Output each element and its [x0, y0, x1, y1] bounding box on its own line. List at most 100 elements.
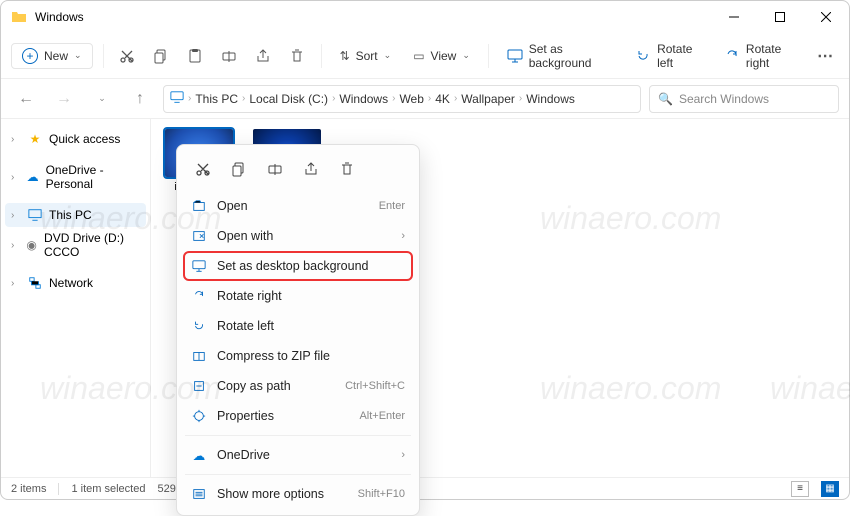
- cloud-icon: ☁: [191, 447, 207, 463]
- pc-icon: [170, 90, 184, 107]
- ctx-label: Copy as path: [217, 379, 335, 393]
- open-icon: [191, 198, 207, 214]
- ctx-copy-button[interactable]: [225, 155, 253, 183]
- maximize-button[interactable]: [757, 1, 803, 33]
- ctx-accel: Alt+Enter: [359, 410, 405, 422]
- chevron-down-icon: ⌄: [462, 50, 470, 61]
- ctx-accel: Enter: [379, 200, 405, 212]
- ctx-share-button[interactable]: [297, 155, 325, 183]
- status-count: 2 items: [11, 483, 46, 495]
- sidebar-item-this-pc[interactable]: ›This PC: [5, 203, 146, 227]
- set-bg-label: Set as background: [529, 42, 613, 70]
- toolbar: + New ⌄ ⇅ Sort ⌄ ▭ View ⌄ Set as backgro…: [1, 33, 849, 79]
- ctx-rotate-left[interactable]: Rotate left: [183, 311, 413, 341]
- ctx-label: Show more options: [217, 487, 348, 501]
- chevron-down-icon: ⌄: [74, 50, 82, 61]
- desktop-icon: [191, 258, 207, 274]
- minimize-button[interactable]: [711, 1, 757, 33]
- sort-label: Sort: [356, 49, 378, 63]
- breadcrumb-item[interactable]: Local Disk (C:): [249, 92, 328, 106]
- paste-button[interactable]: [181, 40, 209, 72]
- ctx-rotate-right[interactable]: Rotate right: [183, 281, 413, 311]
- set-background-button[interactable]: Set as background: [499, 38, 621, 74]
- details-view-button[interactable]: ≡: [791, 481, 809, 497]
- rotate-left-button[interactable]: Rotate left: [627, 38, 710, 74]
- share-button[interactable]: [249, 40, 277, 72]
- forward-button[interactable]: →: [49, 84, 79, 114]
- rename-button[interactable]: [215, 40, 243, 72]
- back-button[interactable]: ←: [11, 84, 41, 114]
- ctx-onedrive[interactable]: ☁OneDrive›: [183, 440, 413, 470]
- ctx-label: Set as desktop background: [217, 259, 405, 273]
- ctx-label: Rotate left: [217, 319, 405, 333]
- breadcrumb-item[interactable]: This PC: [195, 92, 238, 106]
- sidebar-item-label: Network: [49, 276, 93, 290]
- breadcrumb[interactable]: › This PC› Local Disk (C:)› Windows› Web…: [163, 85, 641, 113]
- sort-button[interactable]: ⇅ Sort ⌄: [332, 45, 400, 67]
- chevron-right-icon: ›: [401, 230, 405, 242]
- ctx-label: Properties: [217, 409, 349, 423]
- ctx-label: Open: [217, 199, 369, 213]
- rotate-right-button[interactable]: Rotate right: [716, 38, 805, 74]
- sidebar-item-dvd[interactable]: ›◉DVD Drive (D:) CCCO: [5, 227, 146, 263]
- breadcrumb-item[interactable]: Wallpaper: [461, 92, 515, 106]
- new-button[interactable]: + New ⌄: [11, 43, 93, 69]
- chevron-down-icon: ⌄: [384, 50, 392, 61]
- breadcrumb-item[interactable]: Web: [399, 92, 423, 106]
- ctx-delete-button[interactable]: [333, 155, 361, 183]
- close-button[interactable]: [803, 1, 849, 33]
- window-title: Windows: [35, 10, 84, 24]
- chevron-right-icon: ›: [401, 449, 405, 461]
- ctx-copy-path[interactable]: Copy as pathCtrl+Shift+C: [183, 371, 413, 401]
- ctx-rename-button[interactable]: [261, 155, 289, 183]
- more-button[interactable]: ⋯: [811, 40, 839, 72]
- breadcrumb-item[interactable]: 4K: [435, 92, 450, 106]
- rotate-right-icon: [191, 288, 207, 304]
- ctx-compress-zip[interactable]: Compress to ZIP file: [183, 341, 413, 371]
- rotate-right-icon: [724, 48, 740, 64]
- sidebar-item-network[interactable]: ›Network: [5, 271, 146, 295]
- ctx-properties[interactable]: Properties Alt+Enter: [183, 401, 413, 431]
- ctx-set-desktop-background[interactable]: Set as desktop background: [183, 251, 413, 281]
- search-icon: 🔍: [658, 92, 673, 106]
- rotate-left-label: Rotate left: [657, 42, 702, 70]
- ctx-show-more[interactable]: Show more options Shift+F10: [183, 479, 413, 509]
- cloud-icon: ☁: [26, 169, 40, 185]
- address-row: ← → ⌄ ↑ › This PC› Local Disk (C:)› Wind…: [1, 79, 849, 119]
- recent-button[interactable]: ⌄: [87, 84, 117, 114]
- rotate-left-icon: [191, 318, 207, 334]
- context-menu: Open Enter Open with › Set as desktop back…: [176, 144, 420, 516]
- sidebar-item-quick-access[interactable]: ›★Quick access: [5, 127, 146, 151]
- ctx-accel: Shift+F10: [358, 488, 405, 500]
- thumbnails-view-button[interactable]: ▦: [821, 481, 839, 497]
- search-placeholder: Search Windows: [679, 92, 769, 106]
- statusbar: 2 items 1 item selected 529 KB ≡ ▦: [1, 477, 849, 499]
- sort-icon: ⇅: [340, 49, 350, 63]
- ctx-label: Open with: [217, 229, 391, 243]
- view-icon: ▭: [413, 49, 424, 63]
- cut-button[interactable]: [113, 40, 141, 72]
- breadcrumb-item[interactable]: Windows: [526, 92, 575, 106]
- copy-button[interactable]: [147, 40, 175, 72]
- sidebar-item-label: This PC: [49, 208, 92, 222]
- sidebar-item-label: DVD Drive (D:) CCCO: [44, 231, 140, 259]
- star-icon: ★: [27, 131, 43, 147]
- search-input[interactable]: 🔍 Search Windows: [649, 85, 839, 113]
- ctx-label: Rotate right: [217, 289, 405, 303]
- ctx-open[interactable]: Open Enter: [183, 191, 413, 221]
- disc-icon: ◉: [25, 237, 38, 253]
- view-button[interactable]: ▭ View ⌄: [405, 45, 478, 67]
- sidebar-item-onedrive[interactable]: ›☁OneDrive - Personal: [5, 159, 146, 195]
- delete-button[interactable]: [283, 40, 311, 72]
- network-icon: [27, 275, 43, 291]
- folder-icon: [11, 9, 27, 25]
- openwith-icon: [191, 228, 207, 244]
- ctx-cut-button[interactable]: [189, 155, 217, 183]
- path-icon: [191, 378, 207, 394]
- sidebar-item-label: Quick access: [49, 132, 120, 146]
- properties-icon: [191, 408, 207, 424]
- up-button[interactable]: ↑: [125, 84, 155, 114]
- breadcrumb-item[interactable]: Windows: [339, 92, 388, 106]
- rotate-left-icon: [635, 48, 651, 64]
- ctx-open-with[interactable]: Open with ›: [183, 221, 413, 251]
